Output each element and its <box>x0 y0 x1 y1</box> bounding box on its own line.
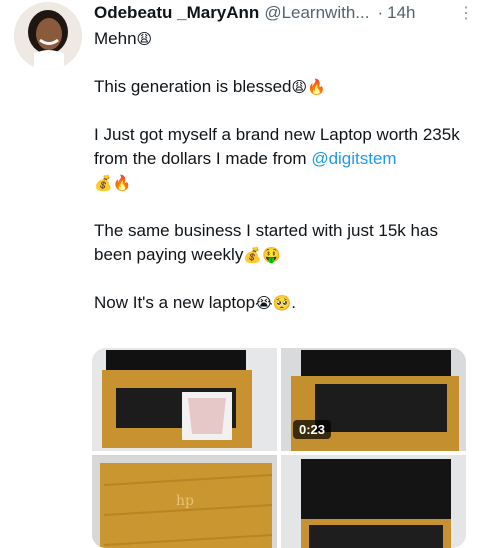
video-duration-badge: 0:23 <box>293 420 332 439</box>
tweet-line: I Just got myself a brand new Laptop wor… <box>94 123 474 195</box>
media-photo-1[interactable] <box>92 348 277 451</box>
weary-fire-emoji: 😩🔥 <box>291 78 326 96</box>
media-photo-4[interactable] <box>281 455 466 548</box>
media-photo-3[interactable]: hp <box>92 455 277 548</box>
display-name[interactable]: Odebeatu _MaryAnn <box>94 3 259 23</box>
svg-text:hp: hp <box>176 493 194 509</box>
tweet-line-end: . <box>291 293 297 312</box>
tweet-line-text: This generation is blessed <box>94 77 292 96</box>
tweet-header: Odebeatu _MaryAnn @Learnwith... · 14h ⋮ <box>94 2 474 24</box>
user-handle[interactable]: @Learnwith... <box>264 3 369 23</box>
timestamp[interactable]: 14h <box>387 3 415 23</box>
tweet-text: Mehn😩 This generation is blessed😩🔥 I Jus… <box>94 27 474 315</box>
crying-pleading-emoji: 😭🥺 <box>255 294 292 312</box>
more-options-icon[interactable]: ⋮ <box>458 3 474 23</box>
media-video[interactable]: 0:23 <box>281 348 466 451</box>
separator-dot: · <box>377 3 384 22</box>
mention-link[interactable]: @digitstem <box>311 149 396 168</box>
media-grid: 0:23 hp <box>92 348 466 548</box>
tweet-line: Mehn😩 <box>94 27 474 51</box>
money-emoji: 💰🤑 <box>243 246 281 264</box>
avatar-image <box>14 2 82 70</box>
money-fire-emoji: 💰🔥 <box>94 174 132 192</box>
tweet-line: The same business I started with just 15… <box>94 219 474 267</box>
weary-emoji: 😩 <box>136 30 153 48</box>
tweet-line-text: I Just got myself a brand new Laptop wor… <box>94 125 460 168</box>
tweet-line: This generation is blessed😩🔥 <box>94 75 474 99</box>
tweet-line-text: Now It's a new laptop <box>94 293 256 312</box>
avatar[interactable] <box>14 2 82 70</box>
tweet-line-text: Mehn <box>94 29 137 48</box>
tweet-line: Now It's a new laptop😭🥺. <box>94 291 474 315</box>
